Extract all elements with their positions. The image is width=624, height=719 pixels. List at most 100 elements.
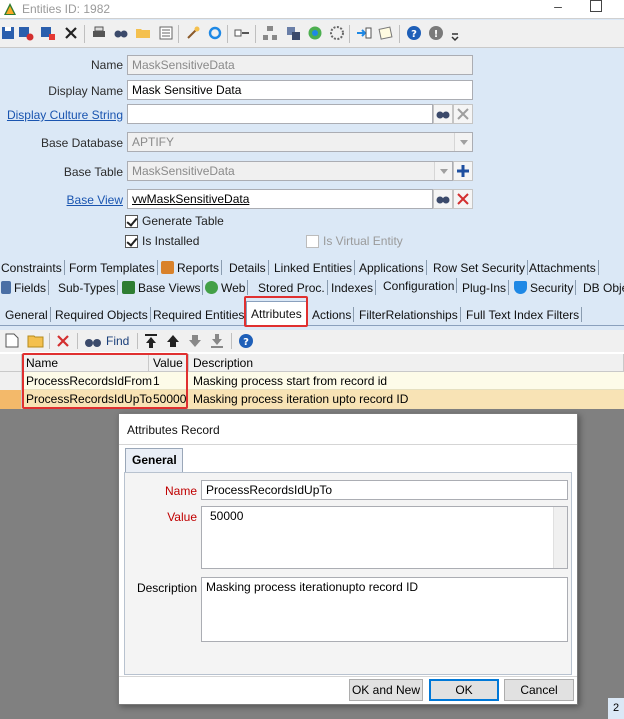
tab-constraints[interactable]: Constraints — [1, 258, 65, 278]
move-top-icon[interactable] — [144, 333, 158, 349]
generate-table-checkbox[interactable] — [125, 215, 138, 228]
find-culture-icon[interactable] — [433, 104, 453, 124]
tab-configuration[interactable]: Configuration — [383, 276, 458, 296]
save-close-icon[interactable] — [18, 25, 34, 41]
move-down-icon[interactable] — [188, 333, 202, 349]
tab-indexes[interactable]: Indexes — [331, 278, 377, 298]
web-icon[interactable] — [307, 25, 323, 41]
is-installed-checkbox[interactable] — [125, 235, 138, 248]
tab-security[interactable]: Security — [514, 278, 577, 298]
base-view-link[interactable]: Base View — [20, 193, 123, 207]
base-database-select[interactable]: APTIFY — [127, 132, 473, 152]
tab-full-text-index-filters[interactable]: Full Text Index Filters — [466, 305, 583, 325]
find-view-icon[interactable] — [433, 189, 453, 209]
tab-reports[interactable]: Reports — [161, 258, 223, 278]
delete-icon[interactable] — [63, 25, 79, 41]
row-selector[interactable] — [0, 390, 22, 409]
value-scrollbar[interactable] — [553, 507, 567, 568]
base-view-field[interactable]: vwMaskSensitiveData — [127, 189, 433, 209]
dialog-description-field[interactable]: Masking process iterationupto record ID — [201, 577, 568, 642]
title-bar: Entities ID: 1982 – — [0, 0, 624, 19]
import-icon[interactable] — [356, 25, 372, 41]
name-label: Name — [90, 58, 123, 72]
tab-label: Row Set Security — [433, 261, 526, 275]
save-icon[interactable] — [0, 25, 16, 41]
refresh-icon[interactable] — [207, 25, 223, 41]
open-folder-icon[interactable] — [27, 333, 45, 348]
move-bottom-icon[interactable] — [210, 333, 224, 349]
column-header-description[interactable]: Description — [189, 354, 624, 372]
tab-actions[interactable]: Actions — [312, 305, 355, 325]
ok-and-new-button[interactable]: OK and New — [349, 679, 423, 701]
toolbar-separator — [231, 333, 232, 349]
hierarchy-icon[interactable] — [262, 25, 278, 41]
tab-general[interactable]: General — [5, 305, 51, 325]
tab-plug-ins[interactable]: Plug-Ins — [462, 278, 510, 298]
cell-description[interactable]: Masking process start from record id — [189, 372, 624, 390]
chevron-down-icon[interactable] — [454, 133, 472, 151]
network-icon[interactable] — [285, 25, 301, 41]
move-up-icon[interactable] — [166, 333, 180, 349]
divider — [119, 444, 577, 445]
wand-icon[interactable] — [185, 25, 201, 41]
tab-filter-relationships[interactable]: FilterRelationships — [359, 305, 461, 325]
find-icon[interactable] — [84, 334, 102, 348]
clear-culture-icon[interactable] — [453, 104, 473, 124]
tab-web[interactable]: Web — [205, 278, 249, 298]
divider — [119, 676, 577, 677]
tab-row-set-security[interactable]: Row Set Security — [433, 258, 529, 278]
display-culture-link[interactable]: Display Culture String — [6, 108, 123, 122]
toolbar-separator — [255, 25, 256, 43]
add-icon[interactable] — [453, 161, 473, 181]
svg-text:?: ? — [411, 29, 417, 40]
tab-fields[interactable]: Fields — [1, 278, 50, 298]
note-icon[interactable] — [378, 25, 394, 41]
is-virtual-checkbox[interactable] — [306, 235, 319, 248]
dialog-tab-general[interactable]: General — [125, 448, 183, 472]
minimize-button[interactable]: – — [548, 0, 568, 16]
move-icon[interactable] — [234, 25, 250, 41]
tab-stored-proc[interactable]: Stored Proc. — [258, 278, 328, 298]
save-new-icon[interactable] — [40, 25, 56, 41]
attributes-record-dialog: Attributes Record General Name ProcessRe… — [118, 413, 578, 705]
tab-applications[interactable]: Applications — [359, 258, 427, 278]
help-icon[interactable]: ? — [406, 25, 422, 41]
help-icon[interactable]: ? — [238, 333, 254, 349]
find-label[interactable]: Find — [106, 334, 129, 348]
cell-description[interactable]: Masking process iteration upto record ID — [189, 390, 624, 408]
base-table-select[interactable]: MaskSensitiveData — [127, 161, 453, 181]
clear-view-icon[interactable] — [453, 189, 473, 209]
name-field[interactable]: MaskSensitiveData — [127, 55, 473, 75]
new-record-icon[interactable] — [5, 333, 19, 348]
cancel-button[interactable]: Cancel — [504, 679, 574, 701]
display-culture-field[interactable] — [127, 104, 433, 124]
display-name-field[interactable]: Mask Sensitive Data — [127, 80, 473, 100]
dialog-name-label: Name — [164, 484, 197, 498]
dialog-name-field[interactable]: ProcessRecordsIdUpTo — [201, 480, 568, 500]
tab-label: Web — [221, 281, 246, 295]
info-icon[interactable]: ! — [428, 25, 444, 41]
chevron-down-icon[interactable] — [434, 162, 452, 180]
tab-form-templates[interactable]: Form Templates — [69, 258, 158, 278]
maximize-button[interactable] — [590, 0, 602, 12]
tab-required-objects[interactable]: Required Objects — [55, 305, 151, 325]
toolbar-overflow-icon[interactable] — [450, 32, 460, 42]
tab-details[interactable]: Details — [229, 258, 269, 278]
tab-attachments[interactable]: Attachments — [529, 258, 599, 278]
row-selector[interactable] — [0, 372, 22, 390]
ok-button[interactable]: OK — [429, 679, 499, 701]
tab-db-objects[interactable]: DB Obje — [583, 278, 624, 298]
tab-row-1: Constraints Form Templates Reports Detai… — [0, 258, 624, 278]
tab-required-entities[interactable]: Required Entities — [153, 305, 244, 325]
toolbar-separator — [178, 25, 179, 43]
delete-icon[interactable] — [56, 334, 70, 348]
settings-icon[interactable] — [329, 25, 345, 41]
tab-sub-types[interactable]: Sub-Types — [58, 278, 119, 298]
folder-icon[interactable] — [135, 25, 151, 41]
print-icon[interactable] — [91, 25, 107, 41]
dialog-value-field[interactable]: 50000 — [201, 506, 568, 569]
find-icon[interactable] — [113, 25, 129, 41]
tab-base-views[interactable]: Base Views — [122, 278, 204, 298]
tab-linked-entities[interactable]: Linked Entities — [274, 258, 356, 278]
list-icon[interactable] — [158, 25, 174, 41]
